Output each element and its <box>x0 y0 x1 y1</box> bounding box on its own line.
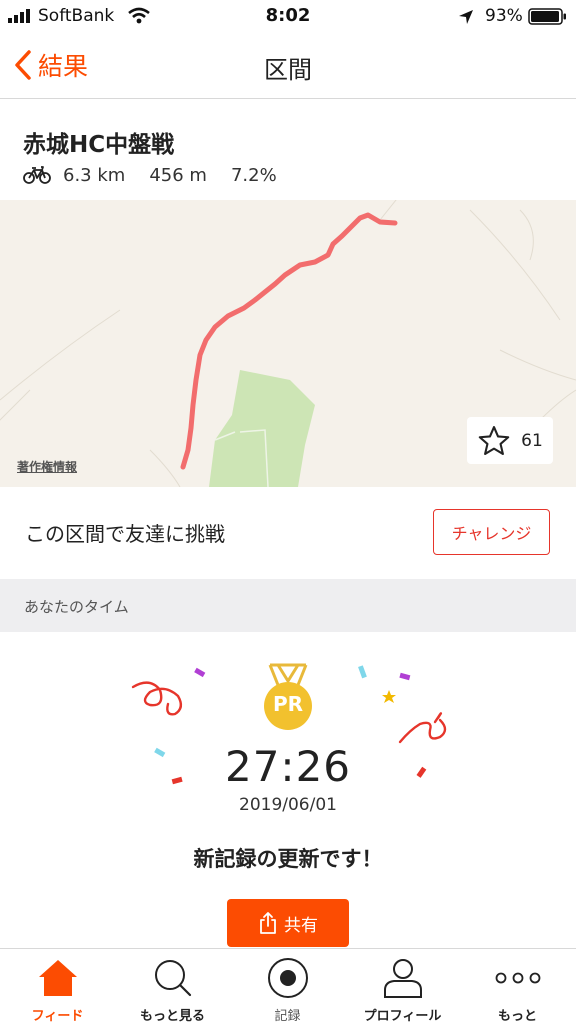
tab-feed[interactable]: フィード <box>0 949 115 1025</box>
tab-label: 記録 <box>274 1009 301 1024</box>
segment-name: 赤城HC中盤戦 <box>23 132 175 158</box>
segment-distance: 6.3 km <box>63 164 126 186</box>
tab-profile[interactable]: プロフィール <box>345 949 460 1025</box>
page-title: 区間 <box>264 56 312 84</box>
challenge-button[interactable]: チャレンジ <box>433 509 550 555</box>
star-icon <box>478 425 510 455</box>
tab-label: もっと見る <box>139 1009 205 1024</box>
more-icon <box>495 972 540 984</box>
segment-stats: 6.3 km 456 m 7.2% <box>23 162 301 188</box>
tab-label: もっと <box>497 1009 537 1024</box>
battery-icon <box>528 8 566 25</box>
star-segment-button[interactable]: 61 <box>467 417 553 464</box>
tab-more[interactable]: もっと <box>460 949 575 1025</box>
tab-bar: フィード もっと見る 記録 プロフィール もっと <box>0 948 576 1025</box>
segment-time: 27:26 <box>224 742 352 791</box>
pr-badge-label: PR <box>272 692 304 716</box>
tab-record[interactable]: 記録 <box>230 949 345 1025</box>
tab-label: フィード <box>31 1009 84 1024</box>
segment-elevation: 456 m <box>149 164 207 186</box>
star-count: 61 <box>521 430 543 451</box>
home-icon <box>38 960 77 996</box>
share-label: 共有 <box>284 915 318 936</box>
location-arrow-icon <box>459 10 473 24</box>
segment-grade: 7.2% <box>230 164 277 186</box>
share-icon <box>260 912 276 934</box>
bicycle-icon <box>23 166 51 184</box>
tab-label: プロフィール <box>363 1009 442 1024</box>
record-icon <box>267 958 308 998</box>
search-icon <box>154 960 191 997</box>
park-area <box>209 370 315 487</box>
nav-bar: 結果 区間 <box>0 32 576 99</box>
your-time-header: あなたのタイム <box>0 579 576 632</box>
effort-date: 2019/06/01 <box>239 795 337 815</box>
tab-explore[interactable]: もっと見る <box>115 949 230 1025</box>
profile-icon <box>383 959 422 998</box>
new-record-message: 新記録の更新です！ <box>193 847 383 871</box>
challenge-text: この区間で友達に挑戦 <box>25 522 225 546</box>
battery-percent: 93% <box>485 6 523 26</box>
your-time-label: あなたのタイム <box>24 598 129 616</box>
status-bar: SoftBank 8:02 93% <box>0 0 576 32</box>
map-copyright-link[interactable]: 著作権情報 <box>17 458 77 475</box>
share-button[interactable]: 共有 <box>227 899 349 947</box>
